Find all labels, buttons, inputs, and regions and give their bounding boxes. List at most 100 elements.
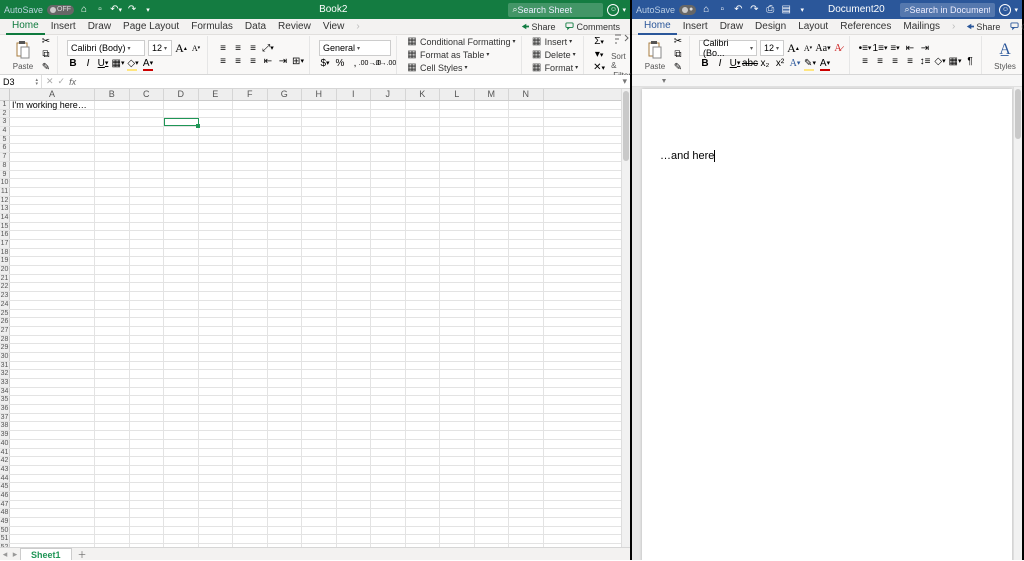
cell-G31[interactable] — [268, 362, 303, 370]
cell-N40[interactable] — [509, 440, 544, 448]
bold-button[interactable]: B — [699, 57, 711, 69]
cell-K11[interactable] — [406, 188, 441, 196]
cell-D9[interactable] — [164, 171, 199, 179]
cell-C52[interactable] — [130, 544, 165, 547]
cell-E25[interactable] — [199, 310, 234, 318]
cell-I17[interactable] — [337, 240, 372, 248]
cell-F48[interactable] — [233, 509, 268, 517]
cell-A45[interactable] — [10, 483, 95, 491]
cell-I38[interactable] — [337, 422, 372, 430]
cell-B17[interactable] — [95, 240, 130, 248]
print-icon[interactable]: ⎙ — [764, 4, 776, 16]
feedback-icon[interactable]: ☺ — [999, 4, 1011, 16]
select-all-corner[interactable] — [0, 89, 10, 100]
superscript-button[interactable]: x² — [774, 57, 786, 69]
cell-J23[interactable] — [371, 292, 406, 300]
cell-I15[interactable] — [337, 223, 372, 231]
cell-B41[interactable] — [95, 449, 130, 457]
cell-K12[interactable] — [406, 197, 441, 205]
cell-I4[interactable] — [337, 127, 372, 135]
cell-C39[interactable] — [130, 431, 165, 439]
tab-home[interactable]: Home — [638, 18, 677, 35]
cell-K38[interactable] — [406, 422, 441, 430]
cell-F30[interactable] — [233, 353, 268, 361]
cell-E7[interactable] — [199, 153, 234, 161]
cell-K20[interactable] — [406, 266, 441, 274]
cell-C46[interactable] — [130, 492, 165, 500]
cell-B21[interactable] — [95, 275, 130, 283]
cell-G17[interactable] — [268, 240, 303, 248]
cell-D30[interactable] — [164, 353, 199, 361]
cell-G38[interactable] — [268, 422, 303, 430]
cell-E14[interactable] — [199, 214, 234, 222]
cell-K2[interactable] — [406, 110, 441, 118]
feedback-caret[interactable]: ▾ — [622, 6, 626, 14]
align-left-icon[interactable]: ≡ — [217, 55, 229, 67]
cell-I14[interactable] — [337, 214, 372, 222]
numbering-icon[interactable]: 1≡▾ — [874, 42, 886, 54]
cell-E5[interactable] — [199, 136, 234, 144]
cell-J41[interactable] — [371, 449, 406, 457]
tab-formulas[interactable]: Formulas — [185, 19, 239, 34]
cell-G10[interactable] — [268, 179, 303, 187]
cell-J37[interactable] — [371, 414, 406, 422]
cell-D50[interactable] — [164, 527, 199, 535]
cell-I49[interactable] — [337, 518, 372, 526]
cell-J52[interactable] — [371, 544, 406, 547]
cell-F46[interactable] — [233, 492, 268, 500]
cell-B7[interactable] — [95, 153, 130, 161]
row-header-16[interactable]: 16 — [0, 231, 10, 239]
cell-C37[interactable] — [130, 414, 165, 422]
tab-insert[interactable]: Insert — [677, 19, 714, 34]
cell-G33[interactable] — [268, 379, 303, 387]
save-icon[interactable]: ▫ — [716, 4, 728, 16]
cell-M27[interactable] — [475, 327, 510, 335]
align-right-icon[interactable]: ≡ — [889, 55, 901, 67]
cell-E12[interactable] — [199, 197, 234, 205]
cell-I20[interactable] — [337, 266, 372, 274]
cell-D20[interactable] — [164, 266, 199, 274]
qat-more-icon[interactable]: ▾ — [142, 4, 154, 16]
cell-B18[interactable] — [95, 249, 130, 257]
cell-C1[interactable] — [130, 101, 165, 109]
font-size-select[interactable]: 12▾ — [760, 40, 784, 56]
cell-L30[interactable] — [440, 353, 475, 361]
cell-F24[interactable] — [233, 301, 268, 309]
tab-more[interactable]: › — [350, 19, 365, 34]
cell-L24[interactable] — [440, 301, 475, 309]
row-header-29[interactable]: 29 — [0, 344, 10, 352]
cell-D47[interactable] — [164, 501, 199, 509]
cell-C17[interactable] — [130, 240, 165, 248]
font-color-button[interactable]: A▾ — [819, 57, 831, 69]
cell-N16[interactable] — [509, 231, 544, 239]
cell-J34[interactable] — [371, 388, 406, 396]
cell-F42[interactable] — [233, 457, 268, 465]
cell-C24[interactable] — [130, 301, 165, 309]
cell-H44[interactable] — [302, 475, 337, 483]
cell-E45[interactable] — [199, 483, 234, 491]
cell-N11[interactable] — [509, 188, 544, 196]
cell-J47[interactable] — [371, 501, 406, 509]
cell-H35[interactable] — [302, 396, 337, 404]
cell-D43[interactable] — [164, 466, 199, 474]
indent-inc-icon[interactable]: ⇥ — [919, 42, 931, 54]
cell-N43[interactable] — [509, 466, 544, 474]
cell-N32[interactable] — [509, 370, 544, 378]
cell-H39[interactable] — [302, 431, 337, 439]
cell-I11[interactable] — [337, 188, 372, 196]
cell-E10[interactable] — [199, 179, 234, 187]
cell-K5[interactable] — [406, 136, 441, 144]
font-size-select[interactable]: 12▾ — [148, 40, 172, 56]
cell-A27[interactable] — [10, 327, 95, 335]
cell-A5[interactable] — [10, 136, 95, 144]
cell-D35[interactable] — [164, 396, 199, 404]
cell-C51[interactable] — [130, 535, 165, 543]
tab-references[interactable]: References — [834, 19, 897, 34]
row-header-7[interactable]: 7 — [0, 153, 10, 161]
cell-A51[interactable] — [10, 535, 95, 543]
cell-I18[interactable] — [337, 249, 372, 257]
cell-D21[interactable] — [164, 275, 199, 283]
cell-E6[interactable] — [199, 144, 234, 152]
cell-K8[interactable] — [406, 162, 441, 170]
row-header-44[interactable]: 44 — [0, 475, 10, 483]
